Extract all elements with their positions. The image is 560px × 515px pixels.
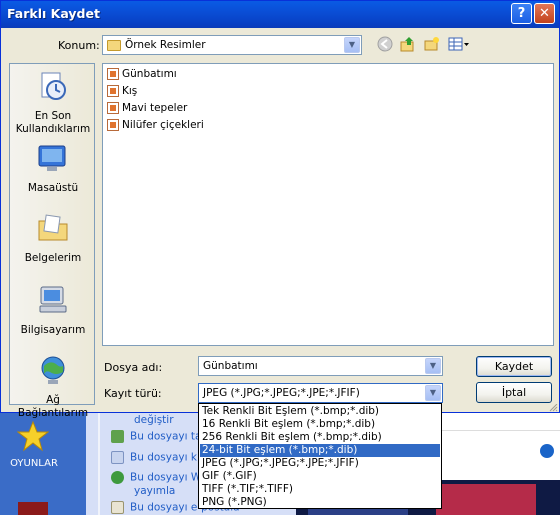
filetype-option[interactable]: JPEG (*.JPG;*.JPEG;*.JPE;*.JFIF) [200,457,440,470]
file-item-label: Günbatımı [122,68,177,80]
cancel-button[interactable]: İptal [476,382,552,403]
filename-value: Günbatımı [203,360,258,372]
save-button[interactable]: Kaydet [476,356,552,377]
web-publish-icon [111,471,124,484]
my-computer-icon [39,286,67,313]
chevron-down-icon[interactable]: ▼ [344,37,360,53]
filetype-option-highlighted[interactable]: 24-bit Bit eşlem (*.bmp;*.dib) [200,444,440,457]
background-thumbnail [18,502,48,515]
place-desktop-label: Masaüstü [27,182,79,194]
desktop-icon-label[interactable]: OYUNLAR [4,458,64,469]
filetype-label: Kayıt türü: [104,387,162,400]
task-link-label: Bu dosyayı k [130,451,197,464]
star-icon[interactable] [17,420,49,452]
background-desktop: OYUNLAR [0,410,86,515]
file-list[interactable]: Günbatımı Kış Mavi tepeler Nilüfer çiçek… [102,63,554,346]
place-network-label: Ağ Bağlantılarım [17,394,89,419]
file-item-label: Kış [122,85,138,97]
place-my-computer-label: Bilgisayarım [20,324,86,336]
filetype-option[interactable]: 16 Renkli Bit eşlem (*.bmp;*.dib) [200,418,440,431]
place-network[interactable]: Ağ Bağlantılarım [10,354,96,420]
place-my-documents-label: Belgelerim [24,252,82,264]
window-title: Farklı Kaydet [7,6,100,21]
image-file-icon [107,85,119,97]
task-link-label: Bu dosyayı ta [130,430,202,443]
place-desktop[interactable]: Masaüstü [10,142,96,195]
save-as-dialog: Farklı Kaydet ? ✕ Konum: Örnek Resimler … [0,0,560,419]
task-link-label: Bu dosyayı W [130,471,202,484]
back-icon[interactable] [376,36,394,54]
email-icon [111,501,124,514]
close-button[interactable]: ✕ [534,3,555,24]
chevron-down-icon[interactable]: ▼ [425,385,441,401]
places-bar: En Son Kullandıklarım Masaüstü Belgeleri… [9,63,96,419]
location-value: Örnek Resimler [107,39,206,51]
recent-documents-icon [41,72,66,100]
image-file-icon [107,68,119,80]
file-item-label: Mavi tepeler [122,102,188,114]
task-link[interactable]: değiştir [134,414,174,426]
up-folder-icon[interactable] [399,36,417,54]
new-folder-icon[interactable] [423,36,441,54]
task-link-continuation[interactable]: yayımla [134,485,175,497]
file-item-label: Nilüfer çiçekleri [122,119,204,131]
filetype-option[interactable]: Tek Renkli Bit Eşlem (*.bmp;*.dib) [200,405,440,418]
filetype-value: JPEG (*.JPG;*.JPEG;*.JPE;*.JFIF) [203,387,360,399]
filename-field[interactable]: Günbatımı ▼ [198,356,443,376]
file-item[interactable]: Mavi tepeler [107,102,187,114]
place-my-computer[interactable]: Bilgisayarım [10,284,96,337]
filetype-option[interactable]: GIF (*.GIF) [200,470,440,483]
my-documents-icon [38,214,68,241]
help-button[interactable]: ? [511,3,532,24]
task-link[interactable]: Bu dosyayı ta [111,430,201,443]
preview-image [436,484,536,515]
place-recent-label: En Son Kullandıklarım [15,110,91,135]
task-link[interactable]: Bu dosyayı W [111,471,201,484]
screen: OYUNLAR değiştir Bu dosyayı ta Bu dosyay… [0,0,560,515]
place-my-documents[interactable]: Belgelerim [10,212,96,265]
filetype-option[interactable]: TIFF (*.TIF;*.TIFF) [200,483,440,496]
filetype-option[interactable]: PNG (*.PNG) [200,496,440,509]
filename-label: Dosya adı: [104,361,163,374]
task-pane-divider [98,410,100,515]
image-file-icon [107,119,119,131]
title-bar[interactable]: Farklı Kaydet ? ✕ [1,1,559,28]
file-item[interactable]: Nilüfer çiçekleri [107,119,204,131]
file-item[interactable]: Günbatımı [107,68,177,80]
location-text: Örnek Resimler [125,39,206,51]
filetype-option[interactable]: 256 Renkli Bit eşlem (*.bmp;*.dib) [200,431,440,444]
location-combo[interactable]: Örnek Resimler ▼ [102,35,362,55]
filetype-dropdown-list[interactable]: Tek Renkli Bit Eşlem (*.bmp;*.dib) 16 Re… [198,403,442,509]
view-menu-icon[interactable] [447,36,471,54]
print-icon [111,430,124,443]
location-label: Konum: [58,39,100,52]
play-icon[interactable] [540,444,554,458]
image-file-icon [107,102,119,114]
network-places-icon [41,356,65,384]
file-item[interactable]: Kış [107,85,137,97]
desktop-icon [38,145,66,171]
resize-grip-icon[interactable] [548,404,558,412]
place-recent[interactable]: En Son Kullandıklarım [10,70,96,136]
filetype-select[interactable]: JPEG (*.JPG;*.JPEG;*.JPE;*.JFIF) ▼ [198,383,443,403]
folder-icon [107,39,121,51]
document-icon [111,451,124,464]
chevron-down-icon[interactable]: ▼ [425,358,441,374]
task-link[interactable]: Bu dosyayı k [111,451,197,464]
